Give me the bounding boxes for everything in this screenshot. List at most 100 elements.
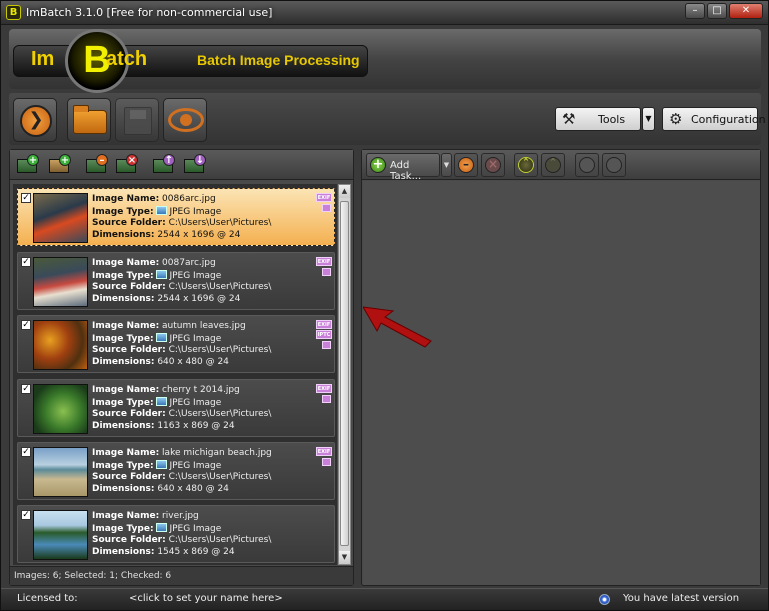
app-window: B ImBatch 3.1.0 [Free for non-commercial… (0, 0, 769, 611)
folder-icon (73, 105, 107, 134)
add-task-button[interactable]: + Add Task... (366, 153, 440, 182)
logo-subtitle: Batch Image Processing (197, 52, 360, 68)
metadata-icon (322, 395, 331, 403)
jpeg-file-icon (156, 523, 168, 532)
exif-badge: EXIF (316, 257, 332, 266)
image-type-row: Image Type: JPEG Image (92, 333, 222, 344)
add-task-label: Add Task... (390, 160, 422, 182)
close-button[interactable]: ✕ (729, 3, 763, 19)
close-icon: × (485, 157, 501, 173)
metadata-icon (322, 204, 331, 212)
jpeg-file-icon (156, 397, 168, 406)
thumbnail (33, 510, 88, 560)
update-status-icon (599, 594, 610, 605)
metadata-icon (322, 341, 331, 349)
list-item[interactable]: ✓ Image Name: 0086arc.jpg Image Type: JP… (17, 188, 335, 246)
dimensions-row: Dimensions: 2544 x 1696 @ 24 (92, 230, 241, 240)
move-down-button[interactable]: ↓ (182, 153, 208, 175)
exif-badge: EXIF (316, 193, 332, 202)
add-folder-button[interactable]: + (47, 153, 73, 175)
logo-text-right: atch (106, 48, 148, 70)
title-bar[interactable]: B ImBatch 3.1.0 [Free for non-commercial… (1, 1, 768, 25)
run-button[interactable]: ❯ (13, 98, 57, 142)
move-up-button[interactable]: ↑ (151, 153, 177, 175)
disabled-icon (579, 157, 595, 173)
list-item[interactable]: ✓ Image Name: cherry t 2014.jpg Image Ty… (17, 379, 335, 437)
item-checkbox[interactable]: ✓ (21, 447, 31, 457)
maximize-button[interactable]: □ (707, 3, 727, 19)
list-item[interactable]: ✓ Image Name: lake michigan beach.jpg Im… (17, 442, 335, 500)
tools-label: Tools (598, 113, 626, 126)
play-circle-icon: ❯ (20, 105, 52, 137)
jpeg-file-icon (156, 270, 168, 279)
set-name-link[interactable]: <click to set your name here> (129, 593, 283, 604)
disabled-icon (606, 157, 622, 173)
thumbnail (33, 447, 88, 497)
image-name-row: Image Name: autumn leaves.jpg (92, 321, 246, 331)
thumbnail (33, 320, 88, 370)
list-item[interactable]: ✓ Image Name: river.jpg Image Type: JPEG… (17, 505, 335, 563)
add-task-dropdown-button[interactable]: ▼ (441, 153, 452, 177)
tools-dropdown-button[interactable]: ▼ (642, 107, 655, 131)
dimensions-row: Dimensions: 640 x 480 @ 24 (92, 484, 229, 494)
preview-button[interactable] (163, 98, 207, 142)
scroll-thumb[interactable] (340, 201, 349, 546)
version-status: You have latest version (623, 593, 740, 604)
thumbnail (33, 257, 88, 307)
image-type-row: Image Type: JPEG Image (92, 206, 222, 217)
minus-icon: – (458, 157, 474, 173)
task-list-area[interactable] (363, 181, 760, 585)
image-type-row: Image Type: JPEG Image (92, 397, 222, 408)
clear-tasks-button[interactable]: × (481, 153, 505, 177)
licensed-label: Licensed to: (17, 593, 78, 604)
dimensions-row: Dimensions: 1163 x 869 @ 24 (92, 421, 235, 431)
chevron-up-icon: ˆ (545, 157, 561, 173)
list-item[interactable]: ✓ Image Name: autumn leaves.jpg Image Ty… (17, 315, 335, 373)
task-option-button-2[interactable] (602, 153, 626, 177)
jpeg-file-icon (156, 333, 168, 342)
window-title: ImBatch 3.1.0 [Free for non-commercial u… (26, 6, 273, 19)
jpeg-file-icon (156, 206, 168, 215)
image-name-row: Image Name: lake michigan beach.jpg (92, 448, 272, 458)
item-checkbox[interactable]: ✓ (21, 320, 31, 330)
metadata-icon (322, 268, 331, 276)
tools-icon: ⚒ (562, 110, 576, 128)
task-down-button[interactable]: ˆ (541, 153, 565, 177)
item-checkbox[interactable]: ✓ (21, 257, 31, 267)
app-logo-icon: B (6, 5, 21, 20)
tools-button[interactable]: ⚒ Tools (555, 107, 641, 131)
disk-icon (124, 107, 152, 135)
arrow-up-icon: ↑ (163, 154, 175, 166)
image-list-scrollbar[interactable]: ▲ ▼ (338, 184, 351, 565)
task-option-button-1[interactable] (575, 153, 599, 177)
scroll-down-button[interactable]: ▼ (339, 551, 350, 564)
plus-icon: + (370, 157, 386, 173)
source-folder-row: Source Folder: C:\Users\User\Pictures\ (92, 282, 272, 292)
list-item[interactable]: ✓ Image Name: 0087arc.jpg Image Type: JP… (17, 252, 335, 310)
minimize-button[interactable]: – (685, 3, 705, 19)
save-button[interactable] (115, 98, 159, 142)
image-list-status: Images: 6; Selected: 1; Checked: 6 (10, 566, 353, 585)
dimensions-row: Dimensions: 640 x 480 @ 24 (92, 357, 229, 367)
open-button[interactable] (67, 98, 111, 142)
source-folder-row: Source Folder: C:\Users\User\Pictures\ (92, 472, 272, 482)
gear-icon: ⚙ (669, 110, 683, 128)
scroll-up-button[interactable]: ▲ (339, 185, 350, 198)
source-folder-row: Source Folder: C:\Users\User\Pictures\ (92, 535, 272, 545)
item-checkbox[interactable]: ✓ (21, 384, 31, 394)
item-checkbox[interactable]: ✓ (21, 193, 31, 203)
chevron-up-icon: ˆ (518, 157, 534, 173)
configuration-button[interactable]: ⚙ Configuration (662, 107, 766, 131)
clear-images-button[interactable]: × (114, 153, 140, 175)
dimensions-row: Dimensions: 1545 x 869 @ 24 (92, 547, 235, 557)
source-folder-row: Source Folder: C:\Users\User\Pictures\ (92, 409, 272, 419)
remove-image-button[interactable]: – (84, 153, 110, 175)
task-up-button[interactable]: ˆ (514, 153, 538, 177)
item-checkbox[interactable]: ✓ (21, 510, 31, 520)
plus-icon: + (27, 154, 39, 166)
status-bar: Licensed to: <click to set your name her… (1, 588, 768, 610)
add-images-button[interactable]: + (15, 153, 41, 175)
eye-icon (168, 108, 204, 132)
remove-task-button[interactable]: – (454, 153, 478, 177)
image-list[interactable]: ✓ Image Name: 0086arc.jpg Image Type: JP… (13, 184, 337, 565)
